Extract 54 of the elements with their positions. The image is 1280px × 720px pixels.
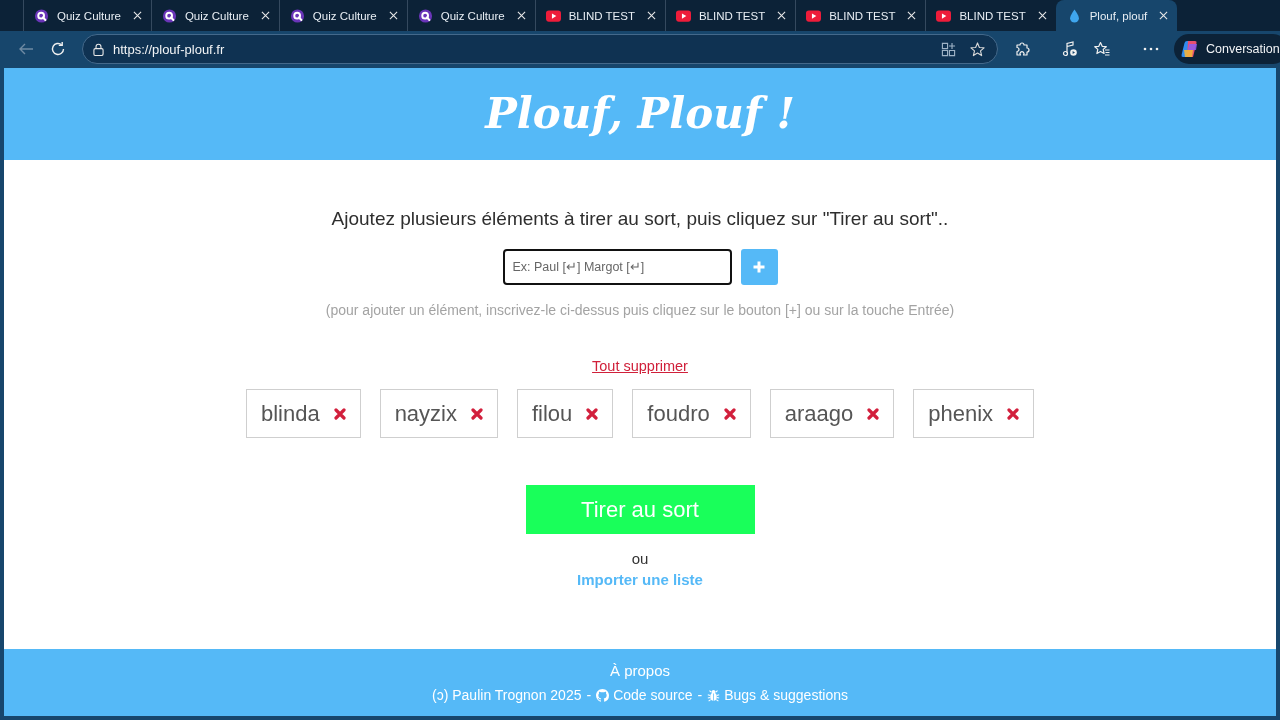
item-input-field[interactable]: Ex: Paul [↵] Margot [↵] xyxy=(502,249,732,285)
intro-text: Ajoutez plusieurs éléments à tirer au sort, puis cliquez sur "Tirer au sort".. xyxy=(331,208,949,230)
remove-icon[interactable] xyxy=(333,407,346,420)
item-label: filou xyxy=(532,400,573,427)
play-logo-icon xyxy=(936,8,952,23)
music-note-icon[interactable] xyxy=(1062,41,1078,57)
url-text: https://plouf-plouf.fr xyxy=(113,41,225,57)
remove-icon[interactable] xyxy=(1007,407,1020,420)
item-label: blinda xyxy=(260,400,320,427)
item-label: araago xyxy=(784,400,854,427)
or-text: ou xyxy=(631,550,649,568)
close-icon[interactable] xyxy=(388,11,398,20)
remove-icon[interactable] xyxy=(586,407,599,420)
star-icon[interactable] xyxy=(970,41,985,57)
bug-icon xyxy=(707,688,721,702)
close-icon[interactable] xyxy=(260,11,270,20)
hint-text: (pour ajouter un élément, inscrivez-le ci-dessus puis cliquez sur le bouton [+] ou sur la touche Entrée) xyxy=(325,301,955,320)
remove-icon[interactable] xyxy=(867,407,880,420)
q-logo-icon xyxy=(161,8,177,23)
separator-text: - xyxy=(586,686,592,704)
favorites-star-icon[interactable] xyxy=(1094,41,1110,57)
lock-icon[interactable] xyxy=(93,42,104,56)
browser-tab[interactable]: Plouf, plouf xyxy=(1055,0,1178,31)
close-icon[interactable] xyxy=(907,11,917,20)
app-grid-icon[interactable] xyxy=(941,41,956,57)
site-title: Plouf, Plouf ! xyxy=(485,88,795,140)
clear-all-link[interactable]: Tout supprimer xyxy=(592,356,688,376)
plus-icon xyxy=(753,261,765,273)
q-logo-icon xyxy=(289,8,305,23)
close-icon[interactable] xyxy=(516,11,526,20)
github-icon xyxy=(596,688,610,702)
more-icon[interactable] xyxy=(1143,47,1159,51)
play-logo-icon xyxy=(675,8,691,23)
remove-icon[interactable] xyxy=(723,407,736,420)
item-label: foudro xyxy=(647,400,710,427)
copilot-button[interactable]: Conversation xyxy=(1174,34,1280,64)
item-label: nayzix xyxy=(394,400,457,427)
separator-text: - xyxy=(697,686,703,704)
copilot-logo-icon xyxy=(1180,39,1200,59)
puzzle-icon[interactable] xyxy=(1014,41,1030,57)
q-logo-icon xyxy=(34,8,49,23)
item-label: phenix xyxy=(928,400,994,427)
close-icon[interactable] xyxy=(777,11,787,20)
copyright-text: (ɔ) Paulin Trognon 2025 xyxy=(432,686,582,704)
close-icon[interactable] xyxy=(132,11,142,20)
reload-icon[interactable] xyxy=(50,41,66,57)
close-icon[interactable] xyxy=(1037,11,1047,20)
play-logo-icon xyxy=(545,8,561,23)
q-logo-icon xyxy=(417,8,433,23)
close-icon[interactable] xyxy=(1159,11,1169,20)
address-bar[interactable]: https://plouf-plouf.fr xyxy=(82,34,998,64)
play-logo-icon xyxy=(806,8,822,23)
close-icon[interactable] xyxy=(646,11,656,20)
remove-icon[interactable] xyxy=(471,407,483,420)
